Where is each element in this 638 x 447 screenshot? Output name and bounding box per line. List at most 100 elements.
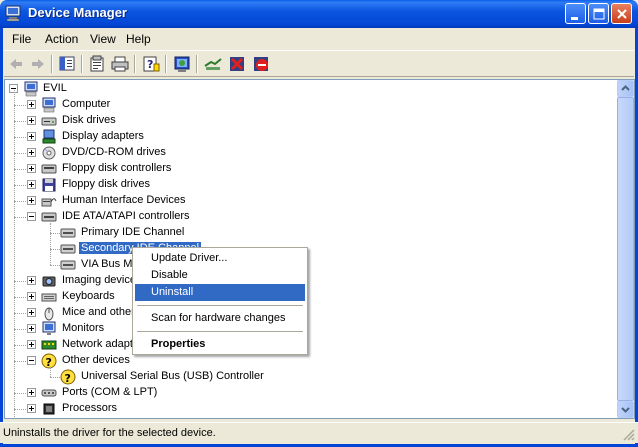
tree-connector <box>14 217 28 218</box>
chevron-up-icon <box>621 85 630 91</box>
close-button[interactable] <box>611 3 632 24</box>
menu-help[interactable]: Help <box>123 32 154 46</box>
minimize-icon <box>571 17 578 20</box>
tree-node-label: Universal Serial Bus (USB) Controller <box>81 370 264 382</box>
tree-connector <box>14 169 28 170</box>
tree-node-label: Floppy disk drives <box>62 178 151 190</box>
expand-toggle[interactable] <box>27 340 36 349</box>
svg-text:?: ? <box>65 372 71 385</box>
tree-node-label: Computer <box>62 98 111 110</box>
uninstall-icon[interactable] <box>227 54 247 74</box>
tree-connector <box>14 153 28 154</box>
expand-toggle[interactable] <box>27 116 36 125</box>
floppy-drive-icon <box>42 178 56 192</box>
tree-connector <box>50 233 60 234</box>
expand-toggle[interactable] <box>27 100 36 109</box>
window-title: Device Manager <box>28 5 127 20</box>
toolbar-separator <box>196 55 198 73</box>
tree-connector <box>50 249 60 250</box>
expand-toggle[interactable] <box>27 164 36 173</box>
tree-node-label: Ports (COM & LPT) <box>62 386 158 398</box>
print-icon[interactable] <box>110 54 130 74</box>
expand-toggle[interactable] <box>27 196 36 205</box>
root-computer-icon <box>24 81 38 97</box>
ctx-separator <box>137 331 303 332</box>
tree-node-label: Imaging device <box>62 274 136 286</box>
imaging-icon <box>42 276 56 287</box>
expand-toggle[interactable] <box>27 276 36 285</box>
ctx-update-driver[interactable]: Update Driver... <box>135 250 305 267</box>
close-icon <box>617 9 627 19</box>
keyboard-icon <box>41 293 57 302</box>
display-adapter-icon <box>42 129 56 144</box>
expand-toggle[interactable] <box>27 388 36 397</box>
expand-toggle[interactable] <box>27 148 36 157</box>
show-hide-tree-icon[interactable] <box>57 54 77 74</box>
ctx-separator <box>137 305 303 306</box>
tree-node-label: Keyboards <box>62 290 115 302</box>
scroll-thumb[interactable] <box>617 97 634 401</box>
expand-toggle[interactable] <box>27 404 36 413</box>
menu-view[interactable]: View <box>87 32 119 46</box>
network-icon <box>41 340 57 350</box>
tree-connector <box>14 345 28 346</box>
menu-file[interactable]: File <box>9 32 34 46</box>
vertical-scrollbar[interactable] <box>617 80 634 418</box>
expand-toggle[interactable] <box>27 292 36 301</box>
ctx-disable[interactable]: Disable <box>135 267 305 284</box>
back-arrow-icon[interactable] <box>6 54 26 74</box>
tree-node-label: IDE ATA/ATAPI controllers <box>62 210 190 222</box>
ctx-uninstall[interactable]: Uninstall <box>135 284 305 301</box>
forward-arrow-icon[interactable] <box>28 54 48 74</box>
maximize-button[interactable] <box>588 3 609 24</box>
tree-connector <box>14 329 28 330</box>
tree-connector <box>50 367 51 377</box>
properties-icon[interactable] <box>87 54 107 74</box>
scan-hardware-icon[interactable] <box>172 54 192 74</box>
resize-grip-icon[interactable] <box>623 429 635 441</box>
expand-toggle[interactable] <box>27 324 36 333</box>
scroll-up-button[interactable] <box>617 80 634 97</box>
toolbar: ? <box>4 50 634 77</box>
tree-node-label: Display adapters <box>62 130 144 142</box>
disable-icon[interactable] <box>251 54 271 74</box>
window-frame-left <box>0 28 3 447</box>
usb-unknown-icon: ? <box>60 369 76 385</box>
tree-connector <box>50 377 60 378</box>
tree-node-label: Primary IDE Channel <box>81 226 185 238</box>
tree-node-label: DVD/CD-ROM drives <box>62 146 166 158</box>
device-tree[interactable]: EVIL Computer Disk drives Display adapters D… <box>4 79 635 419</box>
tree-node-label: EVIL <box>43 82 67 94</box>
ctx-scan-hardware[interactable]: Scan for hardware changes <box>135 310 305 327</box>
mouse-icon <box>44 307 54 321</box>
ctx-properties[interactable]: Properties <box>135 336 305 353</box>
tree-connector <box>14 409 28 410</box>
maximize-icon <box>593 8 605 20</box>
toolbar-separator <box>165 55 167 73</box>
tree-node-label: Other devices <box>62 354 130 366</box>
tree-connector <box>14 281 28 282</box>
expand-toggle[interactable] <box>27 212 36 221</box>
help-icon[interactable]: ? <box>141 54 161 74</box>
tree-connector <box>14 393 28 394</box>
expand-toggle[interactable] <box>27 180 36 189</box>
minimize-button[interactable] <box>565 3 586 24</box>
tree-connector <box>50 223 51 265</box>
expand-toggle[interactable] <box>27 132 36 141</box>
floppy-controller-icon <box>41 164 57 174</box>
tree-connector <box>14 90 15 418</box>
expand-toggle[interactable] <box>27 308 36 317</box>
tree-node-label: Monitors <box>62 322 105 334</box>
tree-connector <box>50 265 60 266</box>
title-bar[interactable]: Device Manager <box>0 0 638 28</box>
tree-node-label: Network adapt <box>62 338 133 350</box>
tree-connector <box>14 185 28 186</box>
toolbar-separator <box>51 55 53 73</box>
ide-channel-icon <box>60 260 76 270</box>
scroll-down-button[interactable] <box>617 401 634 418</box>
update-driver-icon[interactable] <box>203 54 223 74</box>
toolbar-separator <box>134 55 136 73</box>
expand-toggle[interactable] <box>27 356 36 365</box>
tree-connector <box>14 313 28 314</box>
menu-action[interactable]: Action <box>42 32 81 46</box>
